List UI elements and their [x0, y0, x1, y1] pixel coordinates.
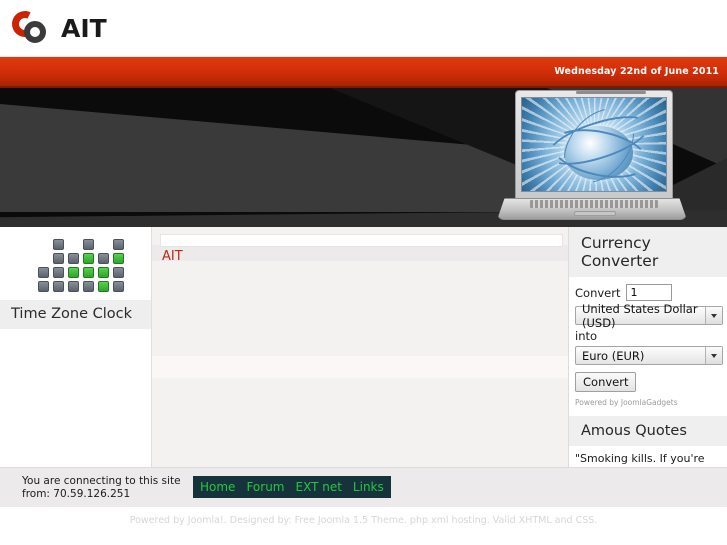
- ring-icon-dark: [24, 21, 46, 43]
- status-dot-active: [113, 253, 124, 264]
- status-dot: [53, 281, 64, 292]
- from-currency-value: United States Dollar (USD): [582, 301, 698, 330]
- status-dot: [38, 239, 49, 250]
- status-dot: [38, 267, 49, 278]
- status-dot: [68, 253, 79, 264]
- current-date: Wednesday 22nd of June 2011: [554, 66, 719, 77]
- time-zone-clock-body: [0, 329, 151, 361]
- nav-item-home[interactable]: Home: [200, 480, 235, 494]
- right-sidebar: Currency Converter Convert United States…: [568, 227, 727, 506]
- ip-notice: You are connecting to this site from: 70…: [22, 475, 181, 501]
- status-dot: [38, 253, 49, 264]
- status-dot: [83, 239, 94, 250]
- dot-row: [38, 253, 124, 264]
- currency-converter-module: Currency Converter Convert United States…: [569, 227, 727, 407]
- footer-nav: Home Forum EXT net Links: [193, 476, 391, 498]
- breadcrumb[interactable]: [160, 234, 563, 247]
- status-dot: [98, 253, 109, 264]
- site-logo[interactable]: [8, 7, 54, 48]
- status-dot-grid: [38, 239, 124, 295]
- status-dot-active: [68, 267, 79, 278]
- laptop-lid: [515, 90, 673, 200]
- dot-row: [38, 239, 124, 250]
- status-dot-active: [98, 267, 109, 278]
- ip-notice-line2: from: 70.59.126.251: [22, 488, 131, 500]
- currency-converter-title: Currency Converter: [569, 227, 727, 277]
- dot-row: [38, 267, 124, 278]
- main-title-strip: [152, 245, 569, 261]
- time-zone-clock-title: Time Zone Clock: [0, 300, 151, 329]
- laptop-trackpad: [574, 211, 616, 216]
- to-currency-select[interactable]: Euro (EUR): [575, 346, 723, 365]
- status-dot-active: [98, 281, 109, 292]
- status-dot: [53, 267, 64, 278]
- date-band: Wednesday 22nd of June 2011: [0, 56, 727, 88]
- currency-converter-body: Convert United States Dollar (USD) into …: [569, 277, 727, 407]
- status-dot: [113, 239, 124, 250]
- footer: You are connecting to this site from: 70…: [0, 467, 727, 545]
- status-dot: [53, 253, 64, 264]
- status-dot-active: [83, 267, 94, 278]
- status-dot: [68, 239, 79, 250]
- laptop-hinge: [576, 91, 646, 94]
- time-zone-clock-module: Time Zone Clock: [0, 300, 151, 361]
- into-label: into: [575, 329, 598, 343]
- amount-row: Convert: [575, 284, 721, 301]
- laptop-globe-image: [497, 90, 687, 225]
- amount-input[interactable]: [626, 284, 673, 301]
- main-content-area-lower: [152, 356, 569, 378]
- footer-credits: Powered by Joomla!. Designed by: Free Jo…: [129, 515, 598, 526]
- laptop-keyboard: [530, 200, 658, 208]
- page-body: Time Zone Clock AIT Currency Converter C…: [0, 227, 727, 506]
- ip-notice-line1: You are connecting to this site: [22, 475, 181, 487]
- convert-label: Convert: [575, 285, 621, 300]
- from-currency-select[interactable]: United States Dollar (USD): [575, 302, 723, 330]
- to-currency-value: Euro (EUR): [582, 348, 645, 363]
- main-content-area: [152, 261, 569, 356]
- dot-row: [38, 281, 124, 292]
- chevron-down-icon[interactable]: [705, 307, 722, 324]
- site-header-bar: AIT: [0, 0, 727, 56]
- currency-converter-credit: Powered by JoomlaGadgets: [575, 398, 678, 407]
- quotes-title: Amous Quotes: [569, 416, 727, 446]
- status-dot: [53, 239, 64, 250]
- nav-item-ext-net[interactable]: EXT net: [295, 480, 341, 494]
- status-grid-module: [0, 227, 151, 292]
- hero-banner: [0, 88, 727, 227]
- laptop-screen: [521, 97, 667, 192]
- page-title: AIT: [162, 249, 183, 264]
- nav-item-forum[interactable]: Forum: [246, 480, 284, 494]
- status-dot: [68, 281, 79, 292]
- status-dot: [113, 281, 124, 292]
- site-logo-text: AIT: [61, 13, 107, 43]
- status-dot-active: [83, 253, 94, 264]
- status-dot: [113, 267, 124, 278]
- left-sidebar: Time Zone Clock: [0, 227, 151, 467]
- status-dot: [38, 281, 49, 292]
- main-content: AIT: [151, 227, 569, 467]
- status-dot: [83, 281, 94, 292]
- convert-button[interactable]: Convert: [575, 372, 637, 392]
- nav-item-links[interactable]: Links: [353, 480, 384, 494]
- chevron-down-icon[interactable]: [705, 347, 722, 364]
- status-dot: [98, 239, 109, 250]
